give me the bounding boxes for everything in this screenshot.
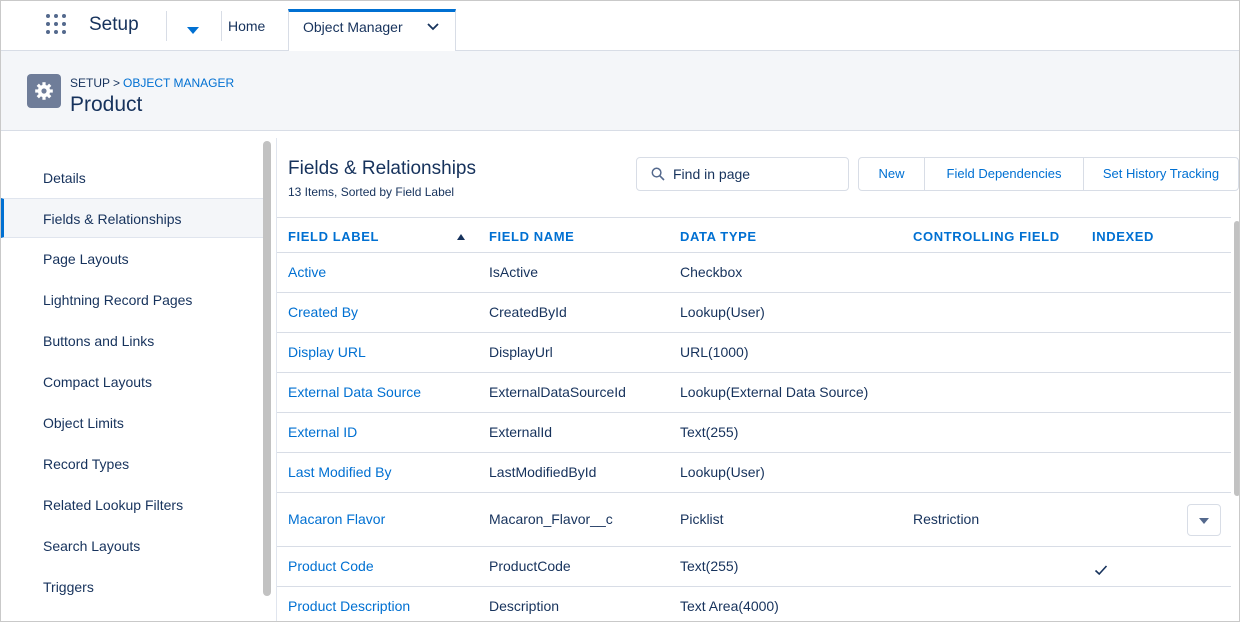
field-name: DisplayUrl <box>489 344 553 360</box>
data-type: Text Area(4000) <box>680 598 779 614</box>
sidebar-item-record-types[interactable]: Record Types <box>1 444 263 484</box>
field-label-link[interactable]: External ID <box>288 424 357 440</box>
nav-menu-dropdown-icon[interactable] <box>187 27 199 34</box>
nav-item-home[interactable]: Home <box>228 18 265 34</box>
checkmark-icon <box>1094 565 1108 576</box>
data-type: Text(255) <box>680 558 739 574</box>
field-name: LastModifiedById <box>489 464 597 480</box>
data-type: Lookup(External Data Source) <box>680 384 869 400</box>
item-count: 13 Items, Sorted by Field Label <box>288 185 455 199</box>
breadcrumb-setup[interactable]: SETUP <box>70 76 110 90</box>
sidebar-item-compact-layouts[interactable]: Compact Layouts <box>1 362 263 402</box>
field-label-link[interactable]: Last Modified By <box>288 464 392 480</box>
column-header-field-name[interactable]: FIELD NAME <box>489 229 574 244</box>
table-row: External Data Source ExternalDataSourceI… <box>277 373 1231 413</box>
table-row: Product Description Description Text Are… <box>277 587 1231 621</box>
app-window: Setup Home Object Manager SETUP > OBJECT… <box>0 0 1240 622</box>
field-label-link[interactable]: Display URL <box>288 344 366 360</box>
field-label-link[interactable]: Active <box>288 264 326 280</box>
action-button-group: New Field Dependencies Set History Track… <box>858 157 1239 191</box>
table-row: Product Code ProductCode Text(255) <box>277 547 1231 587</box>
divider <box>166 11 167 41</box>
chevron-down-icon <box>1199 518 1209 524</box>
table-row: Created By CreatedById Lookup(User) <box>277 293 1231 333</box>
tab-label: Object Manager <box>303 19 403 35</box>
field-name: CreatedById <box>489 304 567 320</box>
field-name: ProductCode <box>489 558 571 574</box>
fields-table: FIELD LABEL FIELD NAME DATA TYPE CONTROL… <box>277 217 1231 621</box>
sidebar-item-search-layouts[interactable]: Search Layouts <box>1 526 263 566</box>
sort-ascending-icon[interactable] <box>457 234 465 240</box>
sidebar-item-fields-relationships[interactable]: Fields & Relationships <box>1 198 263 238</box>
sidebar-item-validation-rules[interactable]: Validation Rules <box>1 608 263 621</box>
search-input[interactable] <box>673 164 843 184</box>
app-launcher-icon[interactable] <box>46 14 68 36</box>
field-name: Macaron_Flavor__c <box>489 511 613 527</box>
find-in-page-search[interactable] <box>636 157 849 191</box>
sidebar-item-related-lookup-filters[interactable]: Related Lookup Filters <box>1 485 263 525</box>
field-label-link[interactable]: Macaron Flavor <box>288 511 385 527</box>
new-button[interactable]: New <box>859 158 924 190</box>
app-name: Setup <box>89 14 139 35</box>
sidebar-scrollbar[interactable] <box>263 141 271 596</box>
global-nav: Setup Home Object Manager <box>1 1 1239 51</box>
column-header-field-label[interactable]: FIELD LABEL <box>288 229 379 244</box>
column-header-controlling-field[interactable]: CONTROLLING FIELD <box>913 229 1060 244</box>
column-header-data-type[interactable]: DATA TYPE <box>680 229 757 244</box>
field-name: ExternalId <box>489 424 553 440</box>
controlling-field: Restriction <box>913 511 980 527</box>
search-icon <box>651 167 665 181</box>
sidebar-item-triggers[interactable]: Triggers <box>1 567 263 607</box>
field-label-link[interactable]: External Data Source <box>288 384 421 400</box>
field-label-link[interactable]: Product Description <box>288 598 410 614</box>
breadcrumb-object-manager[interactable]: OBJECT MANAGER <box>123 76 234 90</box>
table-row: Last Modified By LastModifiedById Lookup… <box>277 453 1231 493</box>
field-label-link[interactable]: Product Code <box>288 558 374 574</box>
breadcrumb: SETUP > OBJECT MANAGER <box>70 76 234 90</box>
set-history-tracking-button[interactable]: Set History Tracking <box>1083 158 1238 190</box>
data-type: Picklist <box>680 511 724 527</box>
sidebar-item-details[interactable]: Details <box>1 158 263 198</box>
divider <box>221 11 222 41</box>
data-type: URL(1000) <box>680 344 749 360</box>
page-header: SETUP > OBJECT MANAGER Product <box>1 51 1239 131</box>
gear-icon <box>27 74 61 108</box>
field-name: ExternalDataSourceId <box>489 384 626 400</box>
tab-object-manager[interactable]: Object Manager <box>288 9 456 51</box>
sidebar-item-buttons-links[interactable]: Buttons and Links <box>1 321 263 361</box>
field-name: Description <box>489 598 560 614</box>
column-header-indexed[interactable]: INDEXED <box>1092 229 1154 244</box>
table-row: Macaron Flavor Macaron_Flavor__c Picklis… <box>277 493 1231 547</box>
table-row: Display URL DisplayUrl URL(1000) <box>277 333 1231 373</box>
field-dependencies-button[interactable]: Field Dependencies <box>924 158 1083 190</box>
sidebar-item-object-limits[interactable]: Object Limits <box>1 403 263 443</box>
row-actions-dropdown-button[interactable] <box>1187 504 1221 536</box>
field-label-link[interactable]: Created By <box>288 304 358 320</box>
table-row: Active IsActive Checkbox <box>277 253 1231 293</box>
chevron-down-icon[interactable] <box>425 19 441 35</box>
data-type: Checkbox <box>680 264 743 280</box>
data-type: Lookup(User) <box>680 304 765 320</box>
data-type: Text(255) <box>680 424 739 440</box>
table-header: FIELD LABEL FIELD NAME DATA TYPE CONTROL… <box>277 217 1231 253</box>
table-row: External ID ExternalId Text(255) <box>277 413 1231 453</box>
page-title: Product <box>70 93 143 116</box>
sidebar-item-lightning-record-pages[interactable]: Lightning Record Pages <box>1 280 263 320</box>
sidebar-item-page-layouts[interactable]: Page Layouts <box>1 239 263 279</box>
sidebar-nav: Details Fields & Relationships Page Layo… <box>1 138 263 621</box>
breadcrumb-separator: > <box>113 76 121 90</box>
table-scrollbar[interactable] <box>1234 221 1239 496</box>
field-name: IsActive <box>489 264 539 280</box>
section-title: Fields & Relationships <box>288 158 476 179</box>
data-type: Lookup(User) <box>680 464 765 480</box>
